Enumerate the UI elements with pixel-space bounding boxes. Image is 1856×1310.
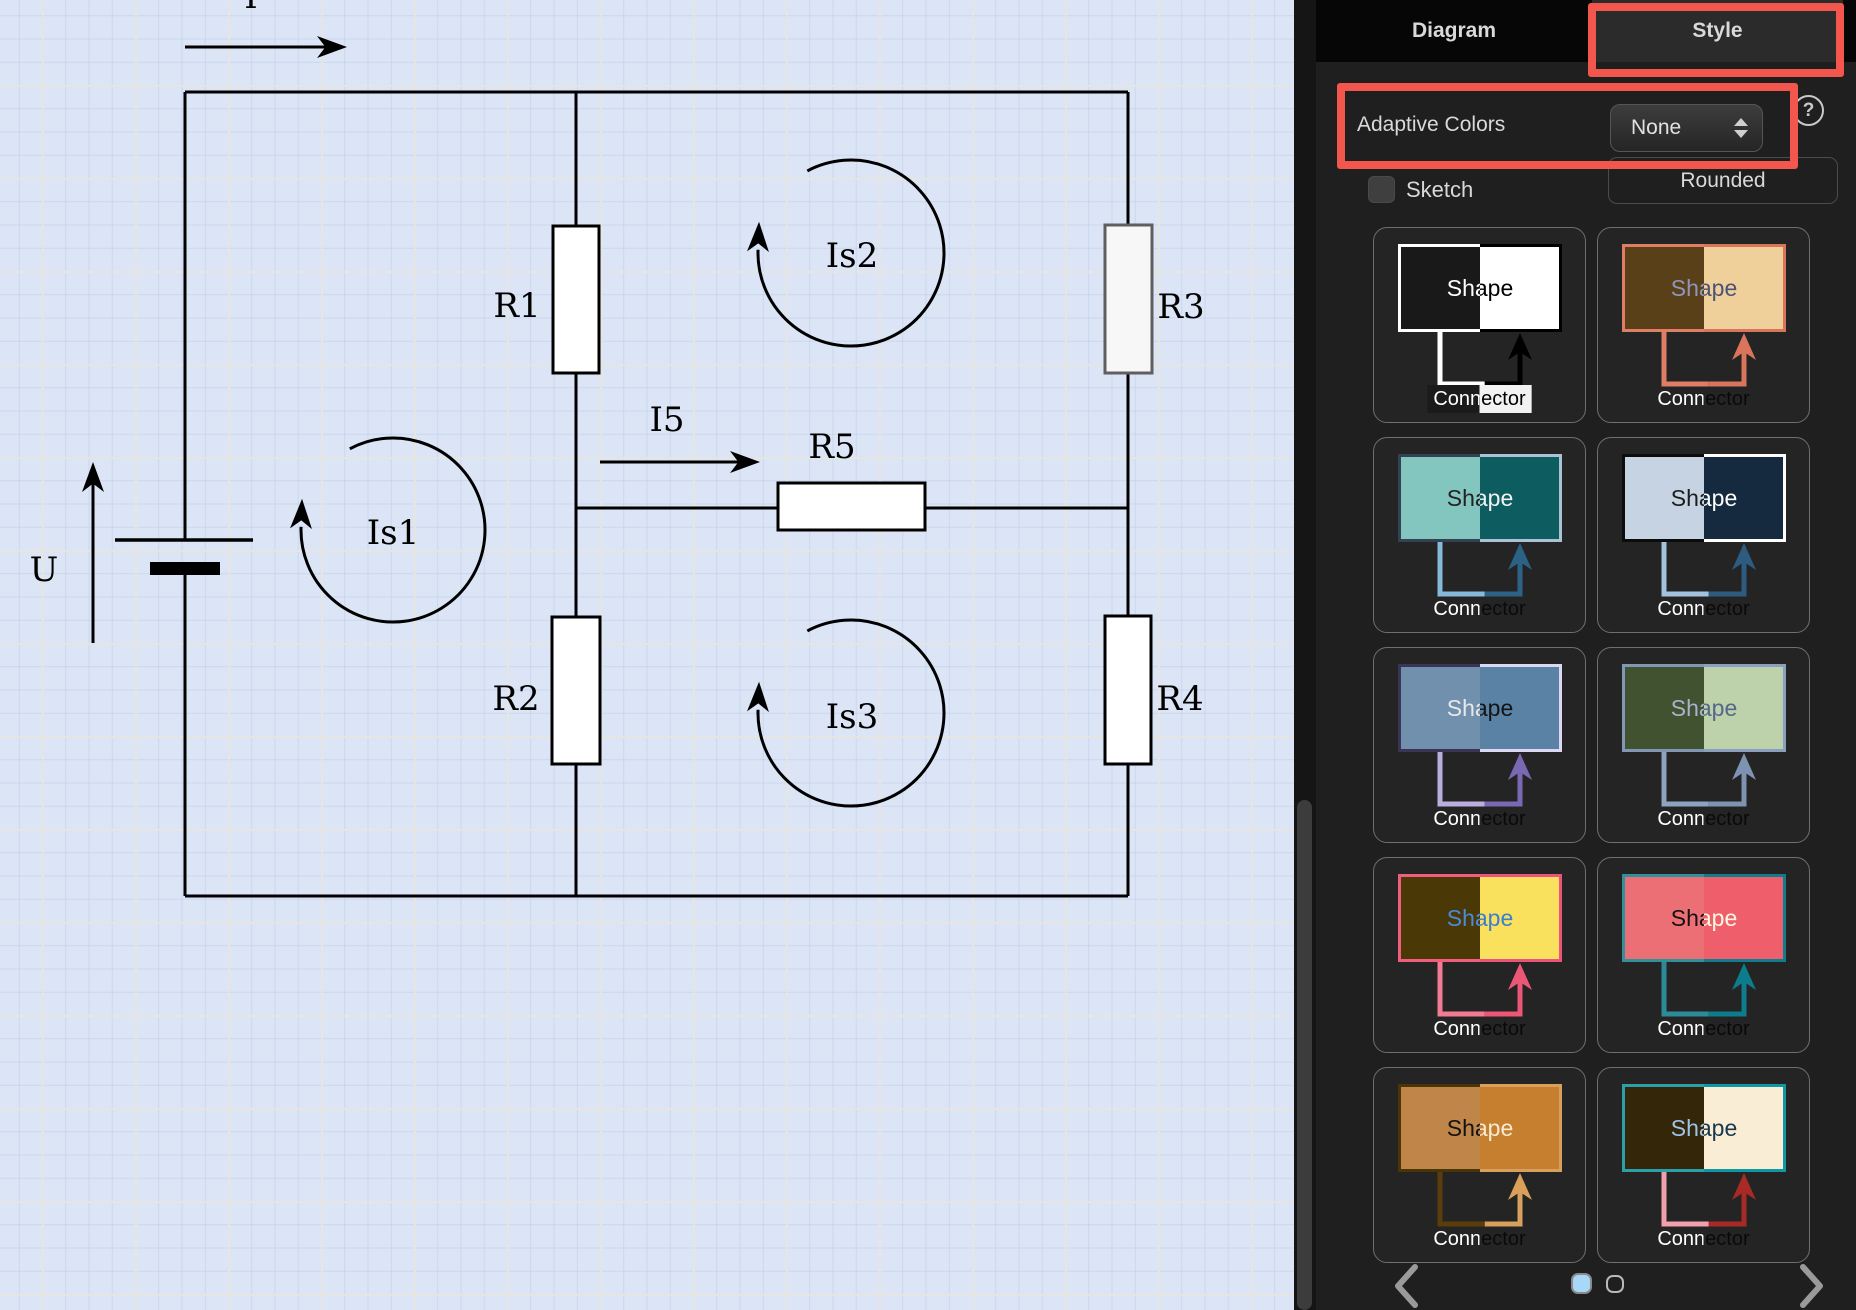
resistor-R3[interactable] bbox=[1105, 225, 1152, 373]
canvas-scrollbar-thumb[interactable] bbox=[1297, 800, 1312, 1310]
swatch-shape-preview: ShapeShape bbox=[1398, 1084, 1562, 1172]
adaptive-colors-select[interactable]: None bbox=[1610, 104, 1763, 152]
style-swatch-grid: ShapeShape ConnectorConnector ShapeShape Co… bbox=[1373, 227, 1810, 1263]
swatch-shape-label: ShapeShape bbox=[1622, 664, 1786, 752]
pager-dot-active[interactable] bbox=[1571, 1273, 1592, 1294]
swatch-shape-label: ShapeShape bbox=[1622, 244, 1786, 332]
swatch-shape-preview: ShapeShape bbox=[1622, 1084, 1786, 1172]
swatch-shape-preview: ShapeShape bbox=[1398, 454, 1562, 542]
style-swatch-steel-purple[interactable]: ShapeShape ConnectorConnector bbox=[1373, 647, 1586, 843]
adaptive-colors-value: None bbox=[1631, 116, 1734, 140]
resistor-R4[interactable] bbox=[1105, 616, 1151, 764]
label-U[interactable]: U bbox=[30, 550, 59, 590]
swatch-connector-label: ConnectorConnector bbox=[1598, 384, 1809, 414]
circuit-diagram[interactable]: I U I5 R1 R2 R3 R4 R5 Is1 Is2 Is3 bbox=[0, 0, 1294, 1310]
label-Is2[interactable]: Is2 bbox=[826, 236, 879, 276]
battery-plate-short[interactable] bbox=[150, 562, 220, 575]
swatch-shape-label: ShapeShape bbox=[1398, 454, 1562, 542]
label-R3[interactable]: R3 bbox=[1157, 287, 1204, 327]
swatch-shape-label: ShapeShape bbox=[1398, 1084, 1562, 1172]
style-swatch-cream-teal[interactable]: ShapeShape ConnectorConnector bbox=[1597, 1067, 1810, 1263]
swatch-shape-label: ShapeShape bbox=[1622, 1084, 1786, 1172]
resistor-R2[interactable] bbox=[552, 617, 600, 764]
pager-dot-inactive[interactable] bbox=[1606, 1275, 1624, 1293]
label-R1[interactable]: R1 bbox=[493, 286, 540, 326]
swatch-shape-preview: ShapeShape bbox=[1622, 244, 1786, 332]
app-window: I U I5 R1 R2 R3 R4 R5 Is1 Is2 Is3 Diagram Style Ad… bbox=[0, 0, 1856, 1310]
style-swatch-default[interactable]: ShapeShape ConnectorConnector bbox=[1373, 227, 1586, 423]
style-swatch-teal[interactable]: ShapeShape ConnectorConnector bbox=[1373, 437, 1586, 633]
style-swatch-orange[interactable]: ShapeShape ConnectorConnector bbox=[1373, 1067, 1586, 1263]
canvas-scrollbar-track[interactable] bbox=[1294, 0, 1316, 1310]
swatch-connector-label: ConnectorConnector bbox=[1598, 804, 1809, 834]
swatch-shape-label: ShapeShape bbox=[1622, 874, 1786, 962]
tab-diagram[interactable]: Diagram bbox=[1316, 0, 1592, 62]
resistor-R5[interactable] bbox=[778, 483, 925, 530]
loop-arrow-Is1-head bbox=[290, 499, 312, 529]
pager-next-icon[interactable] bbox=[1798, 1263, 1826, 1309]
help-icon[interactable]: ? bbox=[1793, 95, 1824, 126]
label-R5[interactable]: R5 bbox=[808, 427, 855, 467]
swatch-shape-label: ShapeShape bbox=[1398, 244, 1562, 332]
swatch-connector-label: ConnectorConnector bbox=[1374, 384, 1585, 414]
swatch-shape-preview: ShapeShape bbox=[1622, 454, 1786, 542]
swatch-shape-preview: ShapeShape bbox=[1398, 244, 1562, 332]
swatch-shape-preview: ShapeShape bbox=[1398, 664, 1562, 752]
swatch-shape-label: ShapeShape bbox=[1398, 874, 1562, 962]
label-I[interactable]: I bbox=[244, 0, 257, 17]
diagram-canvas[interactable]: I U I5 R1 R2 R3 R4 R5 Is1 Is2 Is3 bbox=[0, 0, 1294, 1310]
swatch-connector-label: ConnectorConnector bbox=[1598, 1014, 1809, 1044]
swatch-shape-preview: ShapeShape bbox=[1622, 874, 1786, 962]
format-panel: Diagram Style Adaptive Colors None ? Ske… bbox=[1316, 0, 1856, 1310]
resistor-R1[interactable] bbox=[553, 226, 599, 373]
swatch-shape-label: ShapeShape bbox=[1398, 664, 1562, 752]
style-swatch-olive[interactable]: ShapeShape ConnectorConnector bbox=[1597, 647, 1810, 843]
swatch-shape-label: ShapeShape bbox=[1622, 454, 1786, 542]
label-R4[interactable]: R4 bbox=[1156, 679, 1203, 719]
adaptive-colors-label: Adaptive Colors bbox=[1357, 113, 1505, 137]
style-swatch-yellow-pink[interactable]: ShapeShape ConnectorConnector bbox=[1373, 857, 1586, 1053]
label-I5[interactable]: I5 bbox=[649, 400, 684, 440]
loop-arrow-Is3-head bbox=[747, 682, 769, 712]
swatch-connector-label: ConnectorConnector bbox=[1598, 1224, 1809, 1254]
swatch-connector-label: ConnectorConnector bbox=[1374, 1014, 1585, 1044]
pager-prev-icon[interactable] bbox=[1392, 1263, 1420, 1309]
rounded-button[interactable]: Rounded bbox=[1608, 157, 1838, 204]
label-Is1[interactable]: Is1 bbox=[367, 513, 420, 553]
style-swatch-navy[interactable]: ShapeShape ConnectorConnector bbox=[1597, 437, 1810, 633]
swatch-shape-preview: ShapeShape bbox=[1398, 874, 1562, 962]
label-R2[interactable]: R2 bbox=[492, 679, 539, 719]
format-tabbar: Diagram Style bbox=[1316, 0, 1856, 62]
swatch-connector-label: ConnectorConnector bbox=[1374, 804, 1585, 834]
style-swatch-sunset[interactable]: ShapeShape ConnectorConnector bbox=[1597, 227, 1810, 423]
swatch-connector-label: ConnectorConnector bbox=[1374, 1224, 1585, 1254]
swatch-connector-label: ConnectorConnector bbox=[1598, 594, 1809, 624]
sketch-checkbox[interactable] bbox=[1368, 176, 1395, 203]
style-swatch-coral-teal[interactable]: ShapeShape ConnectorConnector bbox=[1597, 857, 1810, 1053]
loop-arrow-Is2-head bbox=[747, 222, 769, 252]
swatch-shape-preview: ShapeShape bbox=[1622, 664, 1786, 752]
select-stepper-icon bbox=[1734, 118, 1748, 138]
label-Is3[interactable]: Is3 bbox=[826, 697, 879, 737]
tab-style[interactable]: Style bbox=[1592, 0, 1843, 62]
sketch-label: Sketch bbox=[1406, 177, 1473, 203]
swatch-connector-label: ConnectorConnector bbox=[1374, 594, 1585, 624]
